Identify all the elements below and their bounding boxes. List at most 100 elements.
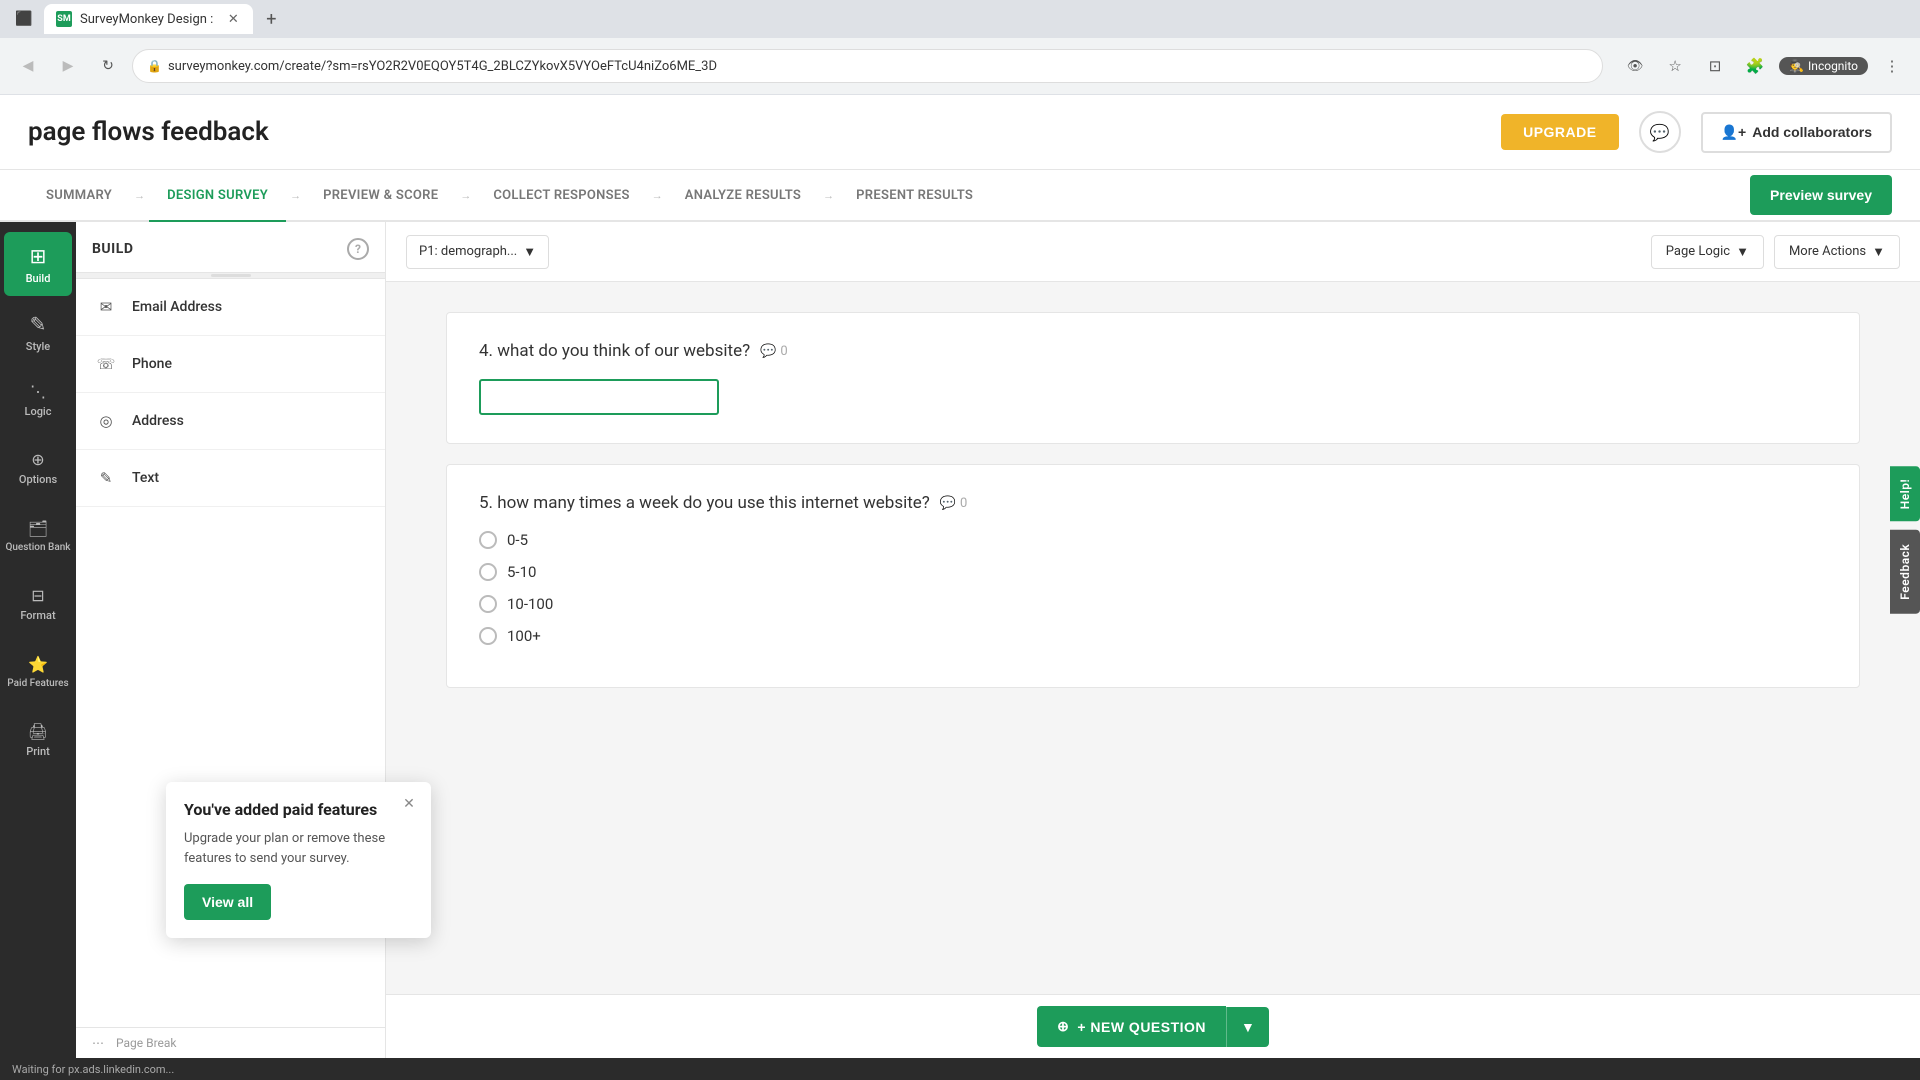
arrow-icon-4: →	[652, 189, 663, 202]
page-dropdown[interactable]: P1: demograph... ▼	[406, 235, 549, 269]
more-actions-button[interactable]: More Actions ▼	[1774, 235, 1900, 269]
new-tab-button[interactable]: +	[257, 5, 285, 33]
upgrade-button[interactable]: UPGRADE	[1501, 114, 1619, 150]
page-logic-label: Page Logic	[1666, 244, 1730, 259]
refresh-button[interactable]: ↻	[92, 50, 124, 82]
text-label: Text	[132, 470, 159, 486]
preview-survey-button[interactable]: Preview survey	[1750, 175, 1892, 215]
arrow-icon-2: →	[290, 189, 301, 202]
incognito-badge: 🕵 Incognito	[1779, 57, 1868, 75]
paid-features-icon: ⭐	[28, 655, 48, 674]
build-item-phone[interactable]: ☏ Phone	[76, 336, 385, 393]
forward-button[interactable]: ▶	[52, 50, 84, 82]
address-bar[interactable]: 🔒 surveymonkey.com/create/?sm=rsYO2R2V0E…	[132, 49, 1603, 83]
question-block-5: 5. how many times a week do you use this…	[446, 464, 1860, 688]
help-tab-button[interactable]: Help!	[1890, 467, 1920, 522]
sidebar-label-options: Options	[19, 473, 57, 486]
build-item-address[interactable]: ◎ Address	[76, 393, 385, 450]
add-collaborators-button[interactable]: 👤+ Add collaborators	[1701, 112, 1892, 153]
logic-icon: ⋱	[30, 382, 46, 401]
radio-option-100-plus[interactable]: 100+	[479, 627, 1827, 645]
plus-icon: ⊕	[1057, 1018, 1069, 1035]
page-break-icon: ⋯	[92, 1036, 104, 1050]
sidebar-item-paid-features[interactable]: ⭐ Paid Features	[4, 640, 72, 704]
page-break-item[interactable]: ⋯ Page Break	[76, 1027, 385, 1058]
popup-title: You've added paid features	[184, 800, 413, 819]
radio-option-0-5[interactable]: 0-5	[479, 531, 1827, 549]
build-item-email-address[interactable]: ✉ Email Address	[76, 279, 385, 336]
options-icon: ⊕	[31, 450, 44, 469]
view-all-button[interactable]: View all	[184, 884, 271, 920]
question-block-4: 4. what do you think of our website? 💬 0	[446, 312, 1860, 444]
sidebar-item-style[interactable]: ✎ Style	[4, 300, 72, 364]
build-item-text[interactable]: ✎ Text	[76, 450, 385, 507]
sidebar-label-format: Format	[20, 609, 55, 622]
tab-present-results[interactable]: PRESENT RESULTS	[838, 171, 991, 223]
radio-label-100-plus: 100+	[507, 627, 541, 645]
radio-label-0-5: 0-5	[507, 531, 528, 549]
content-area: P1: demograph... ▼ Page Logic ▼ More Act…	[386, 222, 1920, 1058]
app-container: page flows feedback UPGRADE 💬 👤+ Add col…	[0, 95, 1920, 1080]
browser-window-controls[interactable]: ⬛	[8, 3, 40, 35]
new-question-button[interactable]: ⊕ + NEW QUESTION	[1037, 1006, 1226, 1047]
question-5-text: 5. how many times a week do you use this…	[479, 493, 1827, 513]
sidebar-item-build[interactable]: ⊞ Build	[4, 232, 72, 296]
tab-design-survey[interactable]: DESIGN SURVEY	[149, 171, 286, 223]
build-header: BUILD ?	[76, 222, 385, 273]
tab-close-icon[interactable]: ✕	[225, 11, 241, 27]
comments-icon-button[interactable]: 💬	[1639, 111, 1681, 153]
bookmark-icon[interactable]: ☆	[1659, 50, 1691, 82]
arrow-icon-1: →	[134, 189, 145, 202]
radio-label-5-10: 5-10	[507, 563, 536, 581]
app-topbar: page flows feedback UPGRADE 💬 👤+ Add col…	[0, 95, 1920, 170]
tab-analyze-results[interactable]: ANALYZE RESULTS	[667, 171, 819, 223]
radio-option-5-10[interactable]: 5-10	[479, 563, 1827, 581]
extensions-icon[interactable]: 🧩	[1739, 50, 1771, 82]
email-icon: ✉	[92, 293, 120, 321]
browser-chrome: ⬛ SM SurveyMonkey Design : ✕ + ◀ ▶ ↻ 🔒 s…	[0, 0, 1920, 95]
text-icon: ✎	[92, 464, 120, 492]
right-panel: Help! Feedback	[1888, 467, 1920, 613]
sidebar-item-print[interactable]: 🖨 Print	[4, 708, 72, 772]
question-bank-icon: 🗂	[28, 519, 48, 538]
build-panel: BUILD ? ✉ Email Address ☏ Phone ◎ Addres…	[76, 222, 386, 1058]
browser-menu-icon[interactable]: ⋮	[1876, 50, 1908, 82]
feedback-tab-button[interactable]: Feedback	[1890, 529, 1920, 613]
tab-summary[interactable]: SUMMARY	[28, 171, 130, 223]
extension-icon[interactable]: 👁	[1619, 50, 1651, 82]
popup-close-button[interactable]: ✕	[399, 794, 419, 814]
page-logic-button[interactable]: Page Logic ▼	[1651, 235, 1764, 269]
question-4-comment-count: 💬 0	[760, 344, 788, 359]
comment-icon-q4: 💬	[760, 344, 776, 359]
browser-profile-icon[interactable]: ⊡	[1699, 50, 1731, 82]
format-icon: ⊟	[31, 586, 44, 605]
radio-button-5-10[interactable]	[479, 563, 497, 581]
radio-option-10-100[interactable]: 10-100	[479, 595, 1827, 613]
sidebar-label-build: Build	[26, 272, 51, 285]
sidebar-item-logic[interactable]: ⋱ Logic	[4, 368, 72, 432]
sidebar: ⊞ Build ✎ Style ⋱ Logic ⊕ Options 🗂 Ques…	[0, 222, 76, 1058]
sidebar-item-question-bank[interactable]: 🗂 Question Bank	[4, 504, 72, 568]
sidebar-item-format[interactable]: ⊟ Format	[4, 572, 72, 636]
page-title: page flows feedback	[28, 117, 1481, 147]
comment-icon-q5: 💬	[940, 496, 956, 511]
radio-button-0-5[interactable]	[479, 531, 497, 549]
radio-button-100-plus[interactable]	[479, 627, 497, 645]
address-icon: ◎	[92, 407, 120, 435]
browser-tab[interactable]: SM SurveyMonkey Design : ✕	[44, 4, 253, 34]
person-add-icon: 👤+	[1721, 124, 1747, 141]
sidebar-label-style: Style	[26, 340, 50, 353]
tab-preview-score[interactable]: PREVIEW & SCORE	[305, 171, 456, 223]
new-question-dropdown-button[interactable]: ▼	[1226, 1007, 1269, 1047]
phone-icon: ☏	[92, 350, 120, 378]
browser-nav-icons: 👁 ☆ ⊡ 🧩 🕵 Incognito ⋮	[1619, 50, 1908, 82]
back-button[interactable]: ◀	[12, 50, 44, 82]
popup-text: Upgrade your plan or remove these featur…	[184, 829, 413, 868]
build-icon: ⊞	[30, 244, 47, 268]
build-help-icon[interactable]: ?	[347, 238, 369, 260]
question-4-input[interactable]	[479, 379, 719, 415]
radio-button-10-100[interactable]	[479, 595, 497, 613]
tab-collect-responses[interactable]: COLLECT RESPONSES	[475, 171, 647, 223]
incognito-icon: 🕵	[1789, 59, 1804, 73]
sidebar-item-options[interactable]: ⊕ Options	[4, 436, 72, 500]
